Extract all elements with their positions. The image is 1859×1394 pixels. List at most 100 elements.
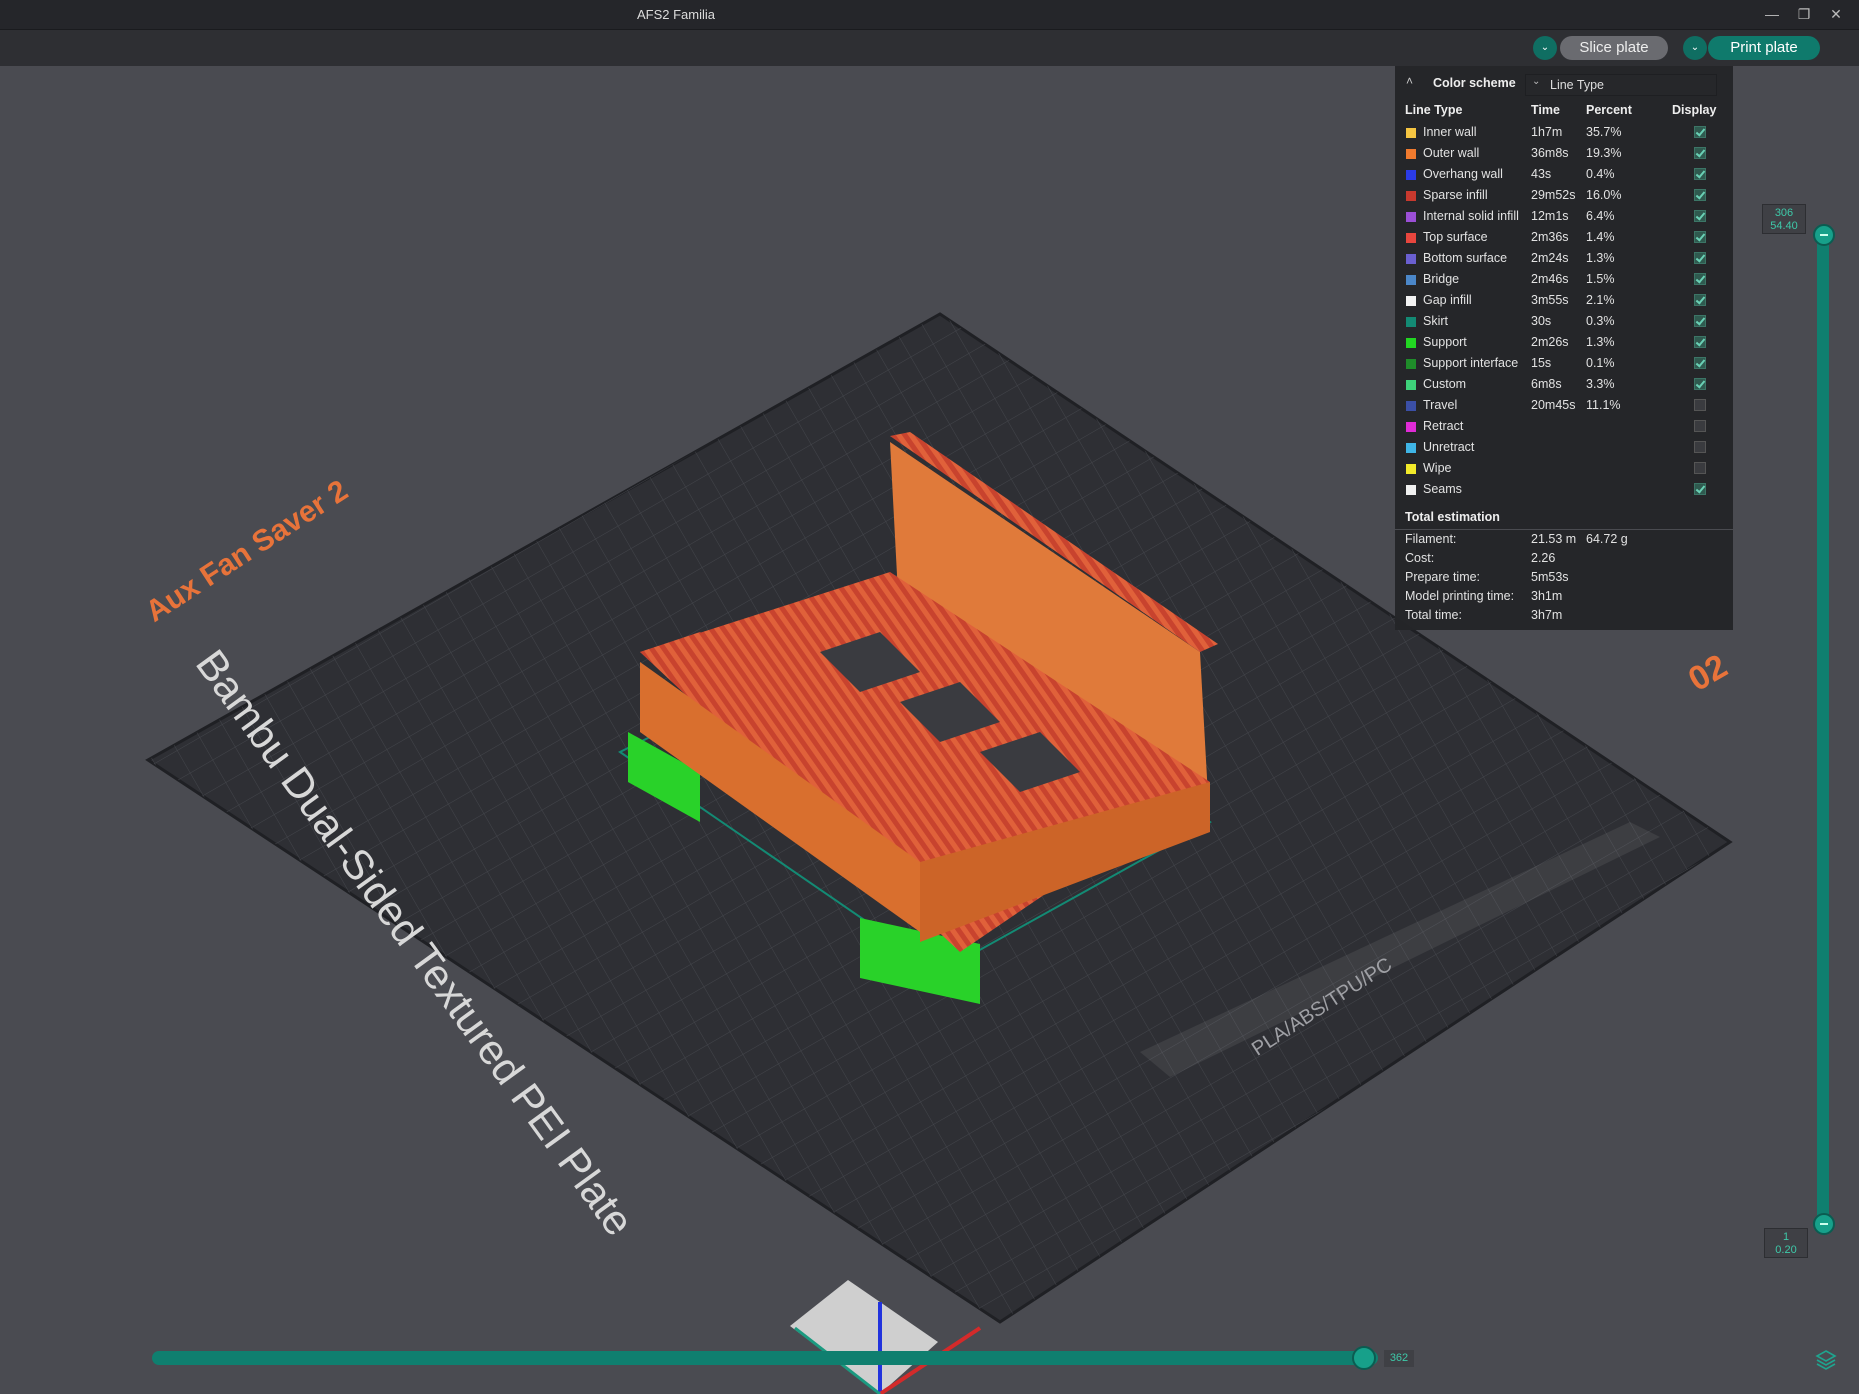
color-swatch <box>1406 359 1416 369</box>
top-layer-number: 306 <box>1774 207 1794 219</box>
line-type-percent: 6.4% <box>1586 209 1615 223</box>
line-type-name: Unretract <box>1423 440 1475 454</box>
total-time-label: Total time: <box>1405 608 1462 622</box>
line-type-time: 12m1s <box>1531 209 1569 223</box>
legend-row: Sparse infill 29m52s 16.0% <box>1395 185 1733 206</box>
filament-label: Filament: <box>1405 532 1457 546</box>
display-checkbox[interactable] <box>1694 273 1706 285</box>
line-type-name: Travel <box>1423 398 1458 412</box>
line-type-name: Bottom surface <box>1423 251 1508 265</box>
title-bar: AFS2 Familia — ❐ ✕ <box>0 0 1859 30</box>
line-type-percent: 0.3% <box>1586 314 1615 328</box>
display-checkbox[interactable] <box>1694 210 1706 222</box>
line-type-name: Gap infill <box>1423 293 1472 307</box>
top-layer-height: 54.40 <box>1770 220 1798 232</box>
legend-row: Wipe <box>1395 458 1733 479</box>
minimize-icon[interactable]: — <box>1759 4 1785 24</box>
legend-row: Gap infill 3m55s 2.1% <box>1395 290 1733 311</box>
line-type-time: 1h7m <box>1531 125 1563 139</box>
cost-value: 2.26 <box>1531 551 1556 565</box>
col-time: Time <box>1531 103 1560 117</box>
line-type-time: 2m46s <box>1531 272 1569 286</box>
color-scheme-label: Color scheme <box>1433 76 1516 90</box>
line-type-percent: 3.3% <box>1586 377 1615 391</box>
line-type-percent: 35.7% <box>1586 125 1622 139</box>
layers-icon[interactable] <box>1815 1348 1837 1370</box>
color-swatch <box>1406 338 1416 348</box>
col-percent: Percent <box>1586 103 1632 117</box>
color-swatch <box>1406 443 1416 453</box>
legend-panel: ˄ Color scheme ⌄ Line Type Line Type Tim… <box>1395 66 1733 630</box>
line-type-name: Internal solid infill <box>1423 209 1519 223</box>
display-checkbox[interactable] <box>1694 462 1706 474</box>
line-type-name: Custom <box>1423 377 1467 391</box>
layer-slider-bottom-handle[interactable] <box>1813 1213 1835 1235</box>
layer-bottom-label: 1 0.20 <box>1764 1228 1808 1258</box>
legend-row: Bridge 2m46s 1.5% <box>1395 269 1733 290</box>
color-scheme-value: Line Type <box>1550 78 1604 92</box>
display-checkbox[interactable] <box>1694 147 1706 159</box>
filament-weight: 64.72 g <box>1586 532 1628 546</box>
color-swatch <box>1406 275 1416 285</box>
line-type-time: 2m36s <box>1531 230 1569 244</box>
filament-length: 21.53 m <box>1531 532 1577 546</box>
window-title: AFS2 Familia <box>636 7 716 22</box>
display-checkbox[interactable] <box>1694 126 1706 138</box>
display-checkbox[interactable] <box>1694 189 1706 201</box>
print-plate-button[interactable]: Print plate <box>1708 36 1820 60</box>
display-checkbox[interactable] <box>1694 294 1706 306</box>
close-icon[interactable]: ✕ <box>1823 4 1849 24</box>
color-scheme-select[interactable]: ⌄ Line Type <box>1525 74 1717 96</box>
color-scheme-header: ˄ Color scheme ⌄ Line Type <box>1395 66 1733 100</box>
collapse-chevron-icon[interactable]: ˄ <box>1406 74 1413 88</box>
bottom-layer-height: 0.20 <box>1775 1244 1797 1256</box>
restore-icon[interactable]: ❐ <box>1791 4 1817 24</box>
slice-plate-button[interactable]: Slice plate <box>1560 36 1668 60</box>
display-checkbox[interactable] <box>1694 420 1706 432</box>
color-swatch <box>1406 254 1416 264</box>
color-swatch <box>1406 233 1416 243</box>
legend-row: Unretract <box>1395 437 1733 458</box>
line-type-percent: 1.3% <box>1586 251 1615 265</box>
layer-slider[interactable] <box>1817 232 1829 1226</box>
total-estimation-title: Total estimation <box>1405 510 1500 524</box>
line-type-name: Bridge <box>1423 272 1460 286</box>
line-type-percent: 16.0% <box>1586 188 1622 202</box>
display-checkbox[interactable] <box>1694 231 1706 243</box>
color-swatch <box>1406 170 1416 180</box>
legend-row: Support 2m26s 1.3% <box>1395 332 1733 353</box>
move-slider-handle[interactable] <box>1352 1346 1376 1370</box>
display-checkbox[interactable] <box>1694 378 1706 390</box>
display-checkbox[interactable] <box>1694 252 1706 264</box>
line-type-percent: 0.1% <box>1586 356 1615 370</box>
color-swatch <box>1406 422 1416 432</box>
bottom-layer-number: 1 <box>1782 1231 1790 1243</box>
line-type-time: 2m24s <box>1531 251 1569 265</box>
color-swatch <box>1406 464 1416 474</box>
print-dropdown-chevron-icon[interactable]: ⌄ <box>1683 36 1707 60</box>
line-type-time: 6m8s <box>1531 377 1562 391</box>
line-type-time: 15s <box>1531 356 1552 370</box>
line-type-percent: 11.1% <box>1586 398 1621 412</box>
line-type-name: Top surface <box>1423 230 1488 244</box>
layer-slider-top-handle[interactable] <box>1813 224 1835 246</box>
display-checkbox[interactable] <box>1694 168 1706 180</box>
line-type-time: 36m8s <box>1531 146 1569 160</box>
display-checkbox[interactable] <box>1694 441 1706 453</box>
slice-dropdown-chevron-icon[interactable]: ⌄ <box>1533 36 1557 60</box>
legend-row: Custom 6m8s 3.3% <box>1395 374 1733 395</box>
color-swatch <box>1406 296 1416 306</box>
move-slider-value: 362 <box>1384 1350 1414 1367</box>
display-checkbox[interactable] <box>1694 315 1706 327</box>
display-checkbox[interactable] <box>1694 399 1706 411</box>
display-checkbox[interactable] <box>1694 336 1706 348</box>
display-checkbox[interactable] <box>1694 483 1706 495</box>
line-type-time: 43s <box>1531 167 1552 181</box>
line-type-percent: 1.4% <box>1586 230 1615 244</box>
display-checkbox[interactable] <box>1694 357 1706 369</box>
toolbar: ⌄ Slice plate ⌄ Print plate <box>0 30 1859 66</box>
legend-row: Internal solid infill 12m1s 6.4% <box>1395 206 1733 227</box>
line-type-percent: 19.3% <box>1586 146 1622 160</box>
line-type-percent: 2.1% <box>1586 293 1615 307</box>
move-slider[interactable] <box>152 1351 1378 1365</box>
